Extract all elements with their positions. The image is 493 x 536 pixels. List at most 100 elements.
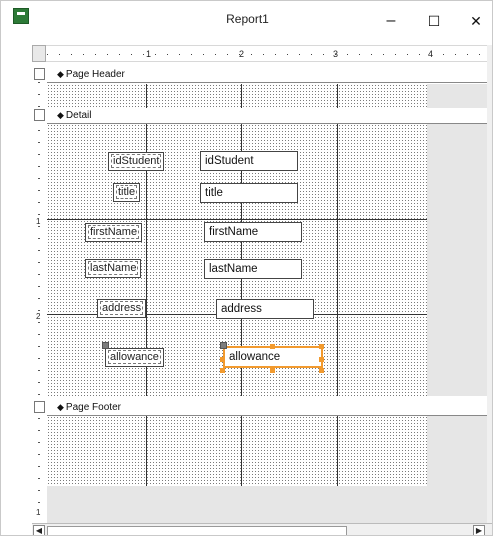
horizontal-ruler[interactable]: 1 2 3 4 bbox=[32, 45, 492, 62]
ruler-tick bbox=[38, 418, 40, 419]
ruler-tick bbox=[38, 454, 40, 455]
ruler-tick bbox=[38, 190, 40, 191]
vertical-ruler[interactable]: 1 2 1 bbox=[32, 62, 46, 529]
horizontal-scrollbar[interactable]: ◀ ▶ bbox=[32, 523, 492, 535]
ruler-tick bbox=[38, 262, 40, 263]
move-handle[interactable] bbox=[102, 342, 109, 349]
ruler-tick bbox=[38, 178, 40, 179]
grid-line bbox=[47, 219, 427, 220]
label-idStudent[interactable]: idStudent bbox=[108, 152, 165, 171]
ruler-tick bbox=[107, 54, 108, 55]
ruler-tick bbox=[71, 54, 72, 55]
minimize-button[interactable]: – bbox=[376, 9, 406, 33]
page-header-section-bar[interactable]: ◆ Page Header bbox=[47, 67, 492, 83]
ruler-tick bbox=[203, 54, 204, 55]
vertical-scrollbar[interactable] bbox=[487, 45, 492, 523]
ruler-tick bbox=[38, 250, 40, 251]
grid-line bbox=[146, 416, 147, 486]
textbox-firstName[interactable]: firstName bbox=[204, 222, 302, 242]
ruler-tick bbox=[38, 310, 40, 311]
ruler-tick bbox=[143, 54, 144, 55]
scroll-left-button[interactable]: ◀ bbox=[33, 525, 45, 535]
detail-background bbox=[427, 124, 487, 396]
ruler-tick bbox=[239, 54, 240, 55]
ruler-tick bbox=[227, 54, 228, 55]
ruler-tick bbox=[311, 54, 312, 55]
close-button[interactable]: ✕ bbox=[461, 9, 491, 33]
ruler-tick bbox=[38, 286, 40, 287]
page-footer-section-bar[interactable]: ◆ Page Footer bbox=[47, 400, 492, 416]
label-title[interactable]: title bbox=[113, 183, 141, 202]
textbox-idStudent[interactable]: idStudent bbox=[200, 151, 298, 171]
resize-handle[interactable] bbox=[270, 368, 275, 373]
ruler-tick bbox=[38, 322, 40, 323]
section-marker-icon: ◆ bbox=[57, 110, 64, 120]
ruler-tick bbox=[287, 54, 288, 55]
page-footer-grid[interactable] bbox=[47, 416, 427, 486]
page-header-grid[interactable] bbox=[47, 84, 427, 108]
ruler-tick bbox=[407, 54, 408, 55]
vruler-mark-3: 1 bbox=[36, 508, 41, 517]
resize-handle[interactable] bbox=[220, 368, 225, 373]
label-text: firstName bbox=[88, 225, 140, 239]
label-firstName[interactable]: firstName bbox=[85, 223, 143, 242]
ruler-tick bbox=[38, 142, 40, 143]
label-address[interactable]: address bbox=[97, 299, 147, 318]
textbox-title[interactable]: title bbox=[200, 183, 298, 203]
section-marker-icon: ◆ bbox=[57, 402, 64, 412]
textbox-lastName[interactable]: lastName bbox=[204, 259, 302, 279]
resize-handle[interactable] bbox=[319, 357, 324, 362]
resize-handle[interactable] bbox=[270, 344, 275, 349]
ruler-tick bbox=[38, 346, 40, 347]
detail-selector[interactable] bbox=[34, 109, 45, 121]
scroll-right-button[interactable]: ▶ bbox=[473, 525, 485, 535]
ruler-tick bbox=[38, 430, 40, 431]
ruler-tick bbox=[38, 382, 40, 383]
scroll-thumb[interactable] bbox=[47, 526, 347, 535]
page-footer-selector[interactable] bbox=[34, 401, 45, 413]
label-lastName[interactable]: lastName bbox=[85, 259, 142, 278]
label-text: title bbox=[116, 185, 138, 199]
ruler-tick bbox=[299, 54, 300, 55]
ruler-tick bbox=[455, 54, 456, 55]
page-footer-label: Page Footer bbox=[65, 402, 121, 413]
ruler-tick bbox=[383, 54, 384, 55]
ruler-tick bbox=[479, 54, 480, 55]
ruler-tick bbox=[38, 202, 40, 203]
ruler-tick bbox=[431, 54, 432, 55]
ruler-tick bbox=[38, 466, 40, 467]
textbox-address[interactable]: address bbox=[216, 299, 314, 319]
ruler-tick bbox=[395, 54, 396, 55]
maximize-button[interactable]: ☐ bbox=[419, 9, 449, 33]
resize-handle[interactable] bbox=[319, 368, 324, 373]
page-header-selector[interactable] bbox=[34, 68, 45, 80]
ruler-tick bbox=[371, 54, 372, 55]
report-design-window: Report1 – ☐ ✕ 1 2 3 4 1 2 1 ◆Page Header… bbox=[0, 0, 493, 536]
ruler-tick bbox=[215, 54, 216, 55]
ruler-tick bbox=[38, 298, 40, 299]
ruler-tick bbox=[38, 514, 40, 515]
ruler-tick bbox=[191, 54, 192, 55]
ruler-tick bbox=[38, 94, 40, 95]
ruler-tick bbox=[263, 54, 264, 55]
ruler-tick bbox=[38, 82, 40, 83]
ruler-tick bbox=[131, 54, 132, 55]
ruler-tick bbox=[38, 106, 40, 107]
ruler-tick bbox=[119, 54, 120, 55]
resize-handle[interactable] bbox=[319, 344, 324, 349]
ruler-tick bbox=[38, 442, 40, 443]
label-text: idStudent bbox=[111, 154, 162, 168]
vruler-mark-2: 2 bbox=[36, 312, 41, 321]
resize-handle[interactable] bbox=[220, 357, 225, 362]
page-header-label: Page Header bbox=[65, 69, 125, 80]
title-bar[interactable]: Report1 – ☐ ✕ bbox=[1, 1, 492, 39]
ruler-corner-select-button[interactable] bbox=[32, 45, 46, 62]
grid-line bbox=[146, 84, 147, 108]
detail-section-bar[interactable]: ◆ Detail bbox=[47, 108, 492, 124]
ruler-tick bbox=[419, 54, 420, 55]
empty-area-below-report bbox=[47, 486, 487, 523]
ruler-tick bbox=[38, 478, 40, 479]
label-allowance[interactable]: allowance bbox=[105, 348, 164, 367]
move-handle[interactable] bbox=[220, 342, 227, 349]
textbox-allowance-selected[interactable]: allowance bbox=[223, 346, 323, 368]
